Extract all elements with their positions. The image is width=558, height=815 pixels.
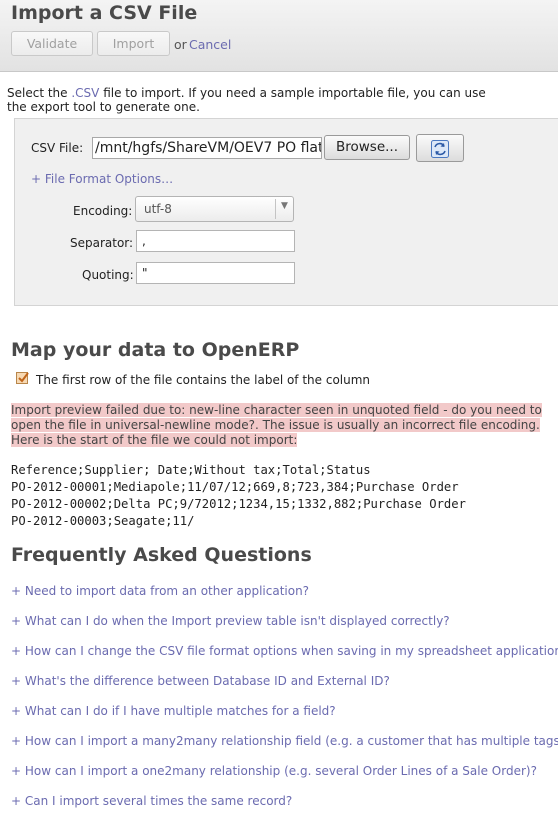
intro-text: Select the .CSV file to import. If you n…: [7, 86, 487, 114]
preview-line: PO-2012-00001;Mediapole;11/07/12;669,8;7…: [11, 480, 459, 494]
encoding-label: Encoding:: [73, 204, 133, 218]
faq-item[interactable]: + What's the difference between Database…: [11, 674, 390, 688]
faq-item[interactable]: + What can I do if I have multiple match…: [11, 704, 336, 718]
validate-button[interactable]: Validate: [11, 31, 93, 56]
first-row-checkbox[interactable]: [16, 372, 29, 384]
preview-line: Reference;Supplier; Date;Without tax;Tot…: [11, 463, 371, 477]
preview-line: PO-2012-00002;Delta PC;9/72012;1234,15;1…: [11, 497, 466, 511]
csv-extension: .CSV: [71, 86, 100, 100]
quoting-input[interactable]: ": [136, 262, 295, 284]
select-divider: [275, 199, 276, 219]
error-text: Import preview failed due to: new-line c…: [11, 403, 542, 447]
or-text: or: [174, 37, 187, 52]
separator-input[interactable]: ,: [136, 230, 295, 252]
faq-item[interactable]: + Can I import several times the same re…: [11, 794, 292, 808]
first-row-label: The first row of the file contains the l…: [36, 373, 371, 387]
faq-item[interactable]: + How can I import a one2many relationsh…: [11, 764, 537, 778]
reload-button[interactable]: [416, 134, 464, 162]
faq-item[interactable]: + Need to import data from an other appl…: [11, 584, 309, 598]
header-bar: Import a CSV File Validate Import or Can…: [0, 0, 558, 72]
import-error-message: Import preview failed due to: new-line c…: [11, 403, 547, 448]
faq-item[interactable]: + How can I change the CSV file format o…: [11, 644, 558, 658]
intro-before: Select the: [7, 86, 72, 100]
csv-file-label: CSV File:: [31, 141, 84, 155]
quoting-label: Quoting:: [82, 268, 134, 282]
cancel-link[interactable]: Cancel: [189, 37, 231, 52]
page-title: Import a CSV File: [11, 2, 198, 24]
encoding-value: utf-8: [144, 202, 172, 216]
encoding-select[interactable]: utf-8 ▼: [135, 196, 294, 222]
separator-label: Separator:: [70, 236, 134, 250]
file-preview: Reference;Supplier; Date;Without tax;Tot…: [11, 462, 466, 530]
browse-button[interactable]: Browse...: [324, 135, 410, 160]
csv-file-input[interactable]: /mnt/hgfs/ShareVM/OEV7 PO flat: [92, 137, 322, 159]
faq-title: Frequently Asked Questions: [11, 544, 312, 566]
checkmark-icon: [18, 372, 29, 383]
map-section-title: Map your data to OpenERP: [11, 339, 300, 361]
faq-item[interactable]: + What can I do when the Import preview …: [11, 614, 450, 628]
file-format-options-toggle[interactable]: + File Format Options…: [31, 172, 173, 186]
preview-line: PO-2012-00003;Seagate;11/: [11, 514, 195, 528]
faq-item[interactable]: + How can I import a many2many relations…: [11, 734, 558, 748]
chevron-down-icon: ▼: [281, 201, 288, 211]
reload-icon: [431, 140, 449, 158]
import-button[interactable]: Import: [97, 31, 170, 56]
